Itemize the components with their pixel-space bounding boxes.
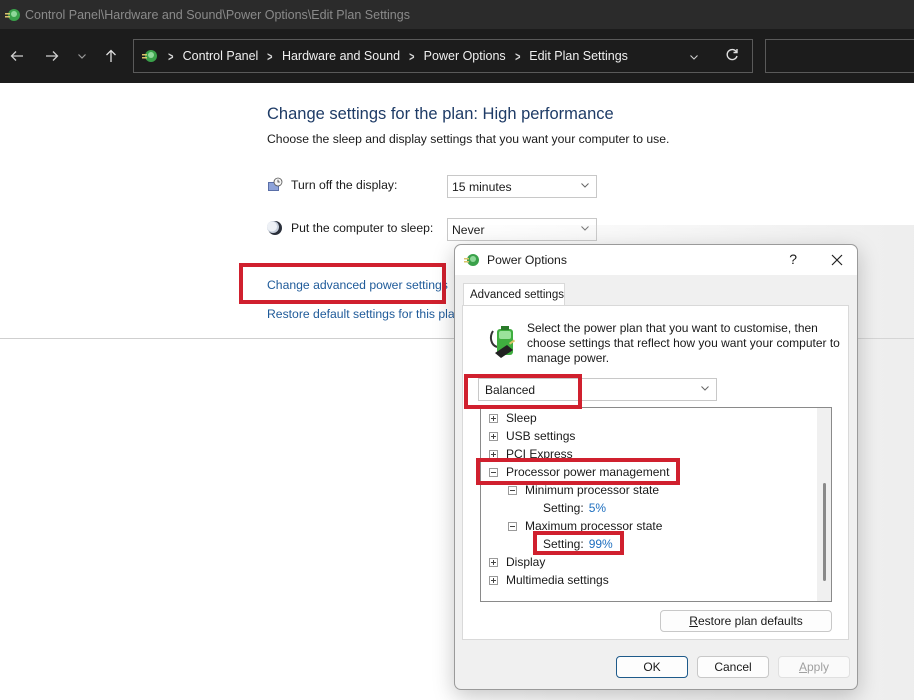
expand-icon[interactable] xyxy=(489,449,498,459)
breadcrumb-hardware-and-sound[interactable]: Hardware and Sound xyxy=(282,49,400,63)
power-options-dialog: Power Options ? Advanced settings Select… xyxy=(454,244,858,690)
dialog-titlebar: Power Options ? xyxy=(455,245,857,275)
window-title: Control Panel\Hardware and Sound\Power O… xyxy=(25,7,410,22)
page-subtitle: Choose the sleep and display settings th… xyxy=(267,132,670,146)
scrollbar-thumb[interactable] xyxy=(823,483,826,581)
apply-label: pply xyxy=(807,660,830,674)
restore-accelerator: R xyxy=(689,614,698,628)
collapse-icon[interactable] xyxy=(508,485,517,495)
tree-scrollbar[interactable] xyxy=(817,408,831,601)
refresh-button[interactable] xyxy=(724,47,740,68)
restore-default-settings-link[interactable]: Restore default settings for this plan xyxy=(267,307,457,321)
tree-item-label: Multimedia settings xyxy=(506,573,609,587)
change-advanced-power-settings-link[interactable]: Change advanced power settings xyxy=(267,278,448,292)
arrow-left-icon xyxy=(10,51,23,61)
tree-item-maximum-setting[interactable]: Setting: 99% xyxy=(543,535,613,553)
monitor-clock-icon xyxy=(268,177,283,191)
display-timeout-label: Turn off the display: xyxy=(291,178,398,192)
breadcrumb-power-options[interactable]: Power Options xyxy=(424,49,506,63)
arrow-right-icon xyxy=(46,51,59,61)
tree-item-label: Minimum processor state xyxy=(525,483,660,497)
setting-label: Setting: xyxy=(543,501,584,515)
apply-accelerator: A xyxy=(798,660,807,674)
chevron-down-icon xyxy=(581,183,589,188)
tree-item-label: Display xyxy=(506,555,546,569)
advanced-settings-panel: Select the power plan that you want to c… xyxy=(462,305,849,640)
tab-advanced-settings[interactable]: Advanced settings xyxy=(463,283,565,306)
minimum-processor-state-value[interactable]: 5% xyxy=(589,501,606,515)
arrow-up-icon xyxy=(106,49,116,62)
breadcrumb-control-panel[interactable]: Control Panel xyxy=(183,49,259,63)
restore-plan-defaults-button[interactable]: Restore plan defaults xyxy=(660,610,832,632)
tree-item-minimum-setting[interactable]: Setting: 5% xyxy=(543,499,606,517)
breadcrumb-edit-plan-settings[interactable]: Edit Plan Settings xyxy=(529,49,628,63)
power-plan-select[interactable]: Balanced xyxy=(478,378,717,401)
refresh-icon xyxy=(726,48,738,61)
maximum-processor-state-value[interactable]: 99% xyxy=(589,537,613,551)
chevron-down-icon xyxy=(690,55,698,60)
up-button[interactable] xyxy=(100,45,122,67)
breadcrumb-separator: > xyxy=(168,48,174,64)
sleep-timeout-label: Put the computer to sleep: xyxy=(291,221,434,235)
dialog-description: Select the power plan that you want to c… xyxy=(527,321,840,365)
address-history-button[interactable] xyxy=(689,49,699,67)
power-options-icon xyxy=(464,254,479,266)
search-input[interactable] xyxy=(765,39,914,73)
expand-icon[interactable] xyxy=(489,575,498,585)
breadcrumb-separator: > xyxy=(409,48,415,64)
navigation-bar: > Control Panel > Hardware and Sound > P… xyxy=(0,29,914,83)
restore-label: estore plan defaults xyxy=(697,614,803,628)
address-bar[interactable]: > Control Panel > Hardware and Sound > P… xyxy=(133,39,753,73)
tree-item-processor-power-management[interactable]: Processor power management xyxy=(489,463,669,481)
display-timeout-row: Turn off the display: xyxy=(267,177,397,193)
expand-icon[interactable] xyxy=(489,557,498,567)
sleep-timeout-row: Put the computer to sleep: xyxy=(267,220,433,236)
help-button[interactable]: ? xyxy=(789,251,797,267)
back-button[interactable] xyxy=(6,45,28,67)
dialog-title: Power Options xyxy=(487,253,567,267)
page-title: Change settings for the plan: High perfo… xyxy=(267,105,614,123)
expand-icon[interactable] xyxy=(489,431,498,441)
power-options-app-icon xyxy=(5,8,20,21)
recent-locations-button[interactable] xyxy=(71,45,93,67)
collapse-icon[interactable] xyxy=(508,521,517,531)
close-button[interactable] xyxy=(831,253,843,271)
tree-item-label: Processor power management xyxy=(506,465,670,479)
tree-item-sleep[interactable]: Sleep xyxy=(489,409,537,427)
chevron-down-icon xyxy=(78,54,86,59)
window-titlebar: Control Panel\Hardware and Sound\Power O… xyxy=(0,0,914,29)
moon-icon xyxy=(267,221,282,235)
tree-item-label: PCI Express xyxy=(506,447,573,461)
ok-button[interactable]: OK xyxy=(616,656,688,678)
chevron-down-icon xyxy=(701,386,709,391)
setting-label: Setting: xyxy=(543,537,584,551)
power-settings-tree[interactable]: Sleep USB settings PCI Express Processor… xyxy=(480,407,832,602)
tree-item-label: Maximum processor state xyxy=(525,519,663,533)
display-timeout-select[interactable]: 15 minutes xyxy=(447,175,597,198)
battery-plug-icon xyxy=(489,326,516,358)
expand-icon[interactable] xyxy=(489,413,498,423)
display-timeout-value: 15 minutes xyxy=(452,180,512,194)
collapse-icon[interactable] xyxy=(489,467,498,477)
tree-item-pci-express[interactable]: PCI Express xyxy=(489,445,573,463)
close-icon xyxy=(831,254,843,266)
tree-item-maximum-processor-state[interactable]: Maximum processor state xyxy=(508,517,662,535)
tree-item-label: USB settings xyxy=(506,429,576,443)
tree-item-minimum-processor-state[interactable]: Minimum processor state xyxy=(508,481,659,499)
tree-item-display[interactable]: Display xyxy=(489,553,545,571)
tree-item-multimedia-settings[interactable]: Multimedia settings xyxy=(489,571,609,589)
breadcrumb-separator: > xyxy=(514,48,521,64)
apply-button[interactable]: Apply xyxy=(778,656,850,678)
power-plan-value: Balanced xyxy=(485,383,536,397)
power-options-icon xyxy=(142,50,157,62)
forward-button[interactable] xyxy=(41,45,63,67)
breadcrumb-separator: > xyxy=(267,48,273,64)
tree-item-label: Sleep xyxy=(506,411,537,425)
cancel-button[interactable]: Cancel xyxy=(697,656,769,678)
tree-item-usb-settings[interactable]: USB settings xyxy=(489,427,575,445)
